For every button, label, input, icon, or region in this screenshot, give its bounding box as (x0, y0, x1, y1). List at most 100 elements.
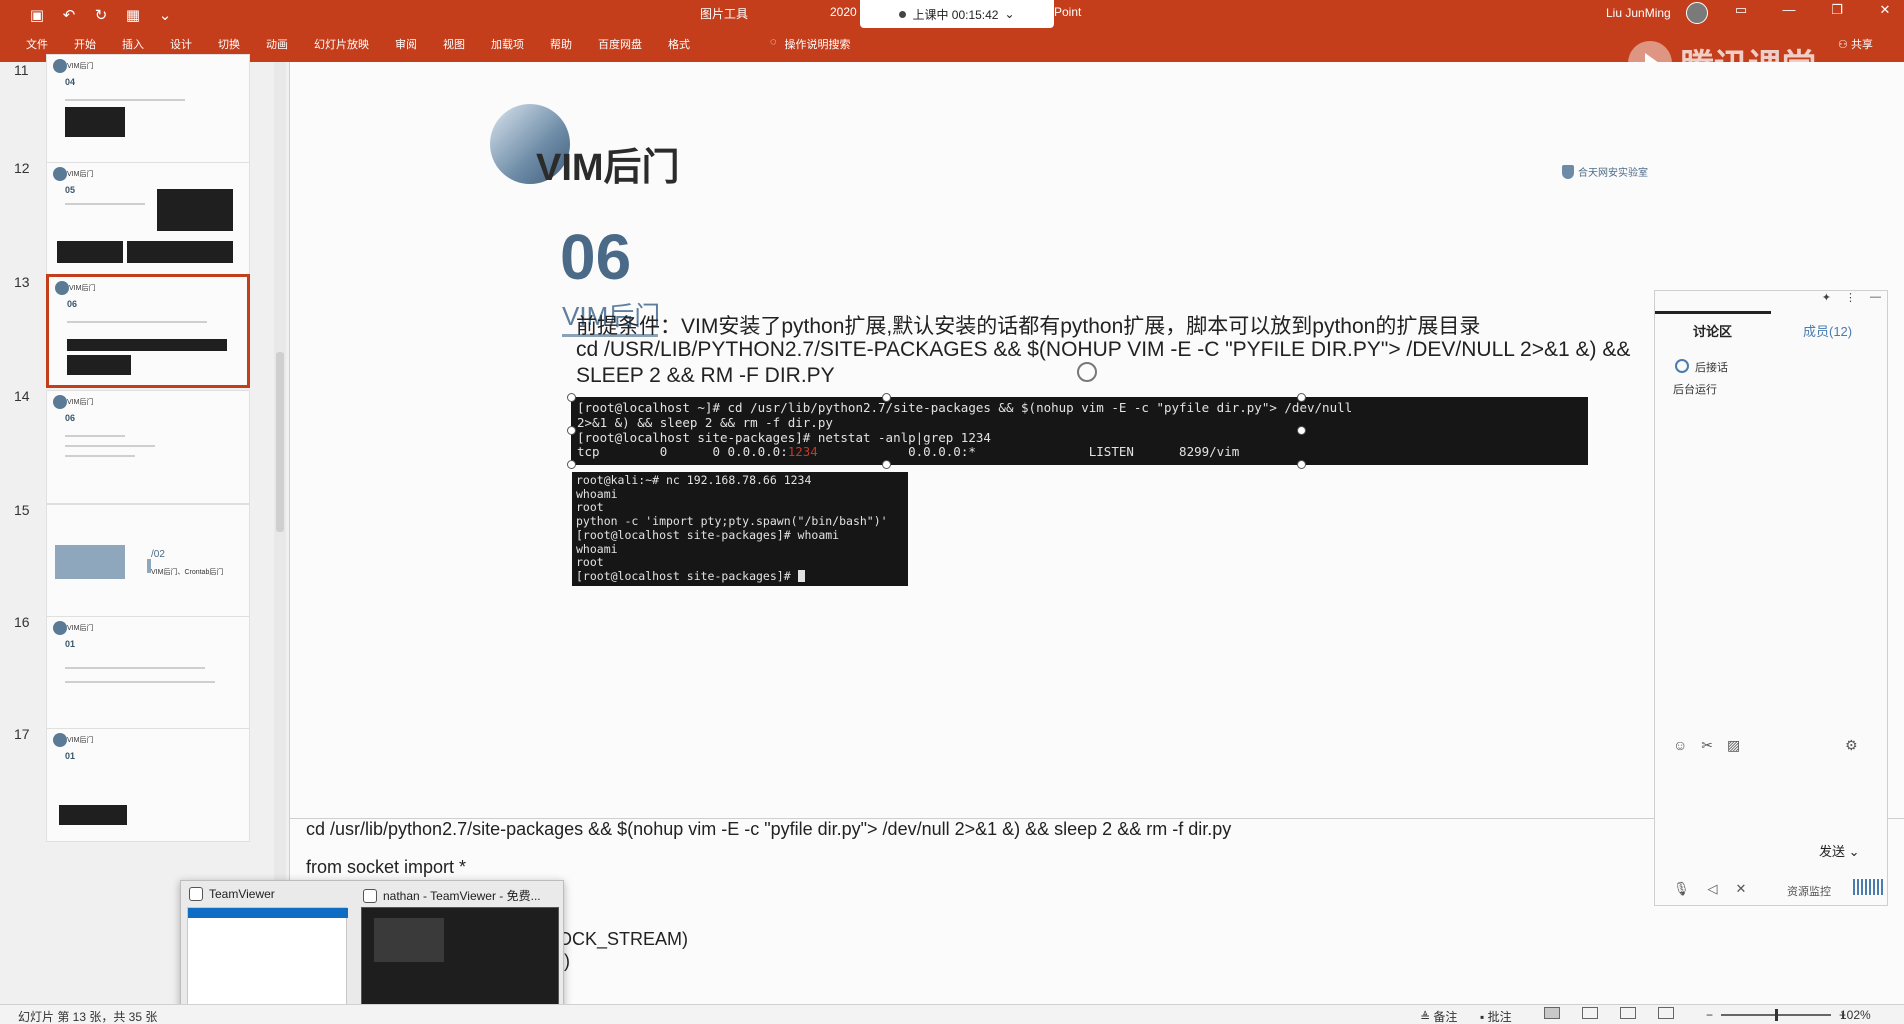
live-class-status[interactable]: 上课中 00:15:42 ⌄ (860, 0, 1054, 28)
tab-insert[interactable]: 插入 (122, 36, 144, 52)
terminal-screenshot-2[interactable]: root@kali:~# nc 192.168.78.66 1234 whoam… (572, 472, 908, 586)
quick-access-toolbar: ▣ ↶ ↻ ▦ ⌄ (28, 6, 174, 24)
tv-tab-label: TeamViewer (209, 887, 275, 901)
zoom-thumb[interactable] (1775, 1009, 1779, 1021)
slide-thumbnail-17[interactable]: VIM后门 01 (46, 728, 250, 842)
slide-thumbnail-15[interactable]: /02 VIM后门、Crontab后门 (46, 504, 250, 618)
send-button[interactable]: 发送 ⌄ (1819, 841, 1860, 860)
selection-handle[interactable] (882, 460, 891, 469)
comments-button[interactable]: ▪ 批注 (1480, 1008, 1512, 1024)
terminal-line: whoami (576, 486, 618, 501)
rotate-handle-icon[interactable] (1077, 362, 1097, 382)
tell-me-search[interactable]: ◌ 操作说明搜索 (770, 36, 851, 52)
slide-number: 15 (14, 502, 30, 518)
tab-help[interactable]: 帮助 (550, 36, 572, 52)
thumb-title: VIM后门 (67, 625, 94, 632)
thumbnail-row: 12 VIM后门 05 (0, 160, 270, 280)
slide-thumbnail-pane: 11 VIM后门 04 12 VIM后门 05 13 VIM后门 06 14 V… (0, 54, 290, 1004)
tab-transitions[interactable]: 切换 (218, 36, 240, 52)
redo-icon[interactable]: ↻ (92, 6, 110, 24)
reading-view-icon[interactable] (1620, 1007, 1636, 1019)
tab-home[interactable]: 开始 (74, 36, 96, 52)
scissors-icon[interactable]: ✂ (1701, 737, 1713, 754)
slide-title[interactable]: VIM后门 (536, 136, 680, 191)
teamviewer-session-tab[interactable]: nathan - TeamViewer - 免费... (363, 887, 541, 904)
slide-number: 14 (14, 388, 30, 404)
thumb-section: 01 (65, 751, 76, 761)
slide-thumbnail-14[interactable]: VIM后门 06 (46, 390, 250, 504)
tab-baidu-netdisk[interactable]: 百度网盘 (598, 36, 642, 52)
selection-handle[interactable] (1297, 460, 1306, 469)
normal-view-icon[interactable] (1544, 1007, 1560, 1019)
thumbnail-row: 13 VIM后门 06 (0, 274, 270, 394)
slide-number: 12 (14, 160, 30, 176)
thumb-logo (53, 733, 67, 747)
restore-icon[interactable]: ❐ (1826, 2, 1848, 18)
thumb-section: 04 (65, 77, 76, 87)
panel-header: ✦ ⋮ — (1655, 291, 1889, 311)
tab-addins[interactable]: 加载项 (491, 36, 524, 52)
selection-handle[interactable] (567, 426, 576, 435)
scrollbar-thumb[interactable] (276, 352, 284, 532)
more-icon[interactable]: ⋮ (1845, 291, 1856, 311)
mic-icon[interactable]: 🎙 (1673, 881, 1690, 897)
terminal-line: root (576, 555, 604, 570)
resource-monitor-label[interactable]: 资源监控 (1787, 883, 1831, 899)
share-button[interactable]: ⚇ 共享 (1838, 36, 1873, 52)
slide-number: 13 (14, 274, 30, 290)
avatar[interactable] (1686, 2, 1708, 24)
slide-thumbnail-12[interactable]: VIM后门 05 (46, 162, 250, 276)
teamviewer-preview-1[interactable] (187, 907, 348, 1019)
tab-file[interactable]: 文件 (26, 36, 48, 52)
present-icon[interactable]: ▦ (124, 6, 142, 24)
tab-animations[interactable]: 动画 (266, 36, 288, 52)
selection-handle[interactable] (882, 393, 891, 402)
section-number[interactable]: 06 (560, 220, 631, 294)
zoom-slider[interactable]: − + (1706, 1008, 1846, 1022)
speaker-icon[interactable]: ◁ (1708, 881, 1718, 897)
tab-review[interactable]: 审阅 (395, 36, 417, 52)
tab-members[interactable]: 成员(12) (1803, 321, 1852, 340)
lab-logo-text: 合天网安实验室 (1578, 168, 1648, 179)
tab-discussion[interactable]: 讨论区 (1693, 321, 1732, 340)
notes-button[interactable]: ≜ 备注 (1420, 1008, 1457, 1024)
terminal-screenshot-1[interactable]: [root@localhost ~]# cd /usr/lib/python2.… (571, 397, 1588, 465)
slide-thumbnail-16[interactable]: VIM后门 01 (46, 616, 250, 730)
close-icon[interactable]: ✕ (1874, 2, 1896, 18)
paragraph-line[interactable]: cd /USR/LIB/PYTHON2.7/SITE-PACKAGES && $… (576, 338, 1630, 362)
slideshow-view-icon[interactable] (1658, 1007, 1674, 1019)
zoom-track[interactable] (1721, 1009, 1832, 1021)
image-icon[interactable]: ▨ (1727, 737, 1740, 754)
paragraph-line[interactable]: SLEEP 2 && RM -F DIR.PY (576, 364, 835, 388)
emoji-icon[interactable]: ☺ (1673, 737, 1687, 754)
thumbnail-scrollbar[interactable] (274, 62, 286, 1002)
teamviewer-taskbar-preview[interactable]: TeamViewer nathan - TeamViewer - 免费... (180, 880, 564, 1024)
collapse-icon[interactable]: — (1870, 291, 1881, 311)
slide-thumbnail-13[interactable]: VIM后门 06 (46, 274, 250, 388)
sorter-view-icon[interactable] (1582, 1007, 1598, 1019)
selection-handle[interactable] (1297, 426, 1306, 435)
tab-view[interactable]: 视图 (443, 36, 465, 52)
teamviewer-window-tab[interactable]: TeamViewer (189, 887, 275, 901)
selection-handle[interactable] (567, 460, 576, 469)
paragraph-line[interactable]: 前提条件：VIM安装了python扩展,默认安装的话都有python扩展，脚本可… (576, 310, 1480, 340)
undo-icon[interactable]: ↶ (60, 6, 78, 24)
user-name[interactable]: Liu JunMing (1606, 6, 1671, 20)
pin-icon[interactable]: ✦ (1822, 291, 1831, 311)
zoom-out-icon[interactable]: − (1706, 1008, 1713, 1022)
customize-icon[interactable]: ⌄ (156, 6, 174, 24)
active-tab-indicator (1655, 311, 1771, 314)
ribbon-display-icon[interactable]: ▭ (1730, 2, 1752, 18)
tab-format[interactable]: 格式 (668, 36, 690, 52)
minimize-icon[interactable]: — (1778, 2, 1800, 18)
zoom-percent[interactable]: 102% (1840, 1008, 1871, 1022)
slide-thumbnail-11[interactable]: VIM后门 04 (46, 54, 250, 168)
tab-slideshow[interactable]: 幻灯片放映 (314, 36, 369, 52)
selection-handle[interactable] (567, 393, 576, 402)
mute-icon[interactable]: ✕ (1736, 881, 1747, 897)
selection-handle[interactable] (1297, 393, 1306, 402)
tab-design[interactable]: 设计 (170, 36, 192, 52)
teamviewer-preview-2[interactable] (361, 907, 559, 1019)
settings-icon[interactable]: ⚙ (1845, 737, 1858, 754)
save-icon[interactable]: ▣ (28, 6, 46, 24)
